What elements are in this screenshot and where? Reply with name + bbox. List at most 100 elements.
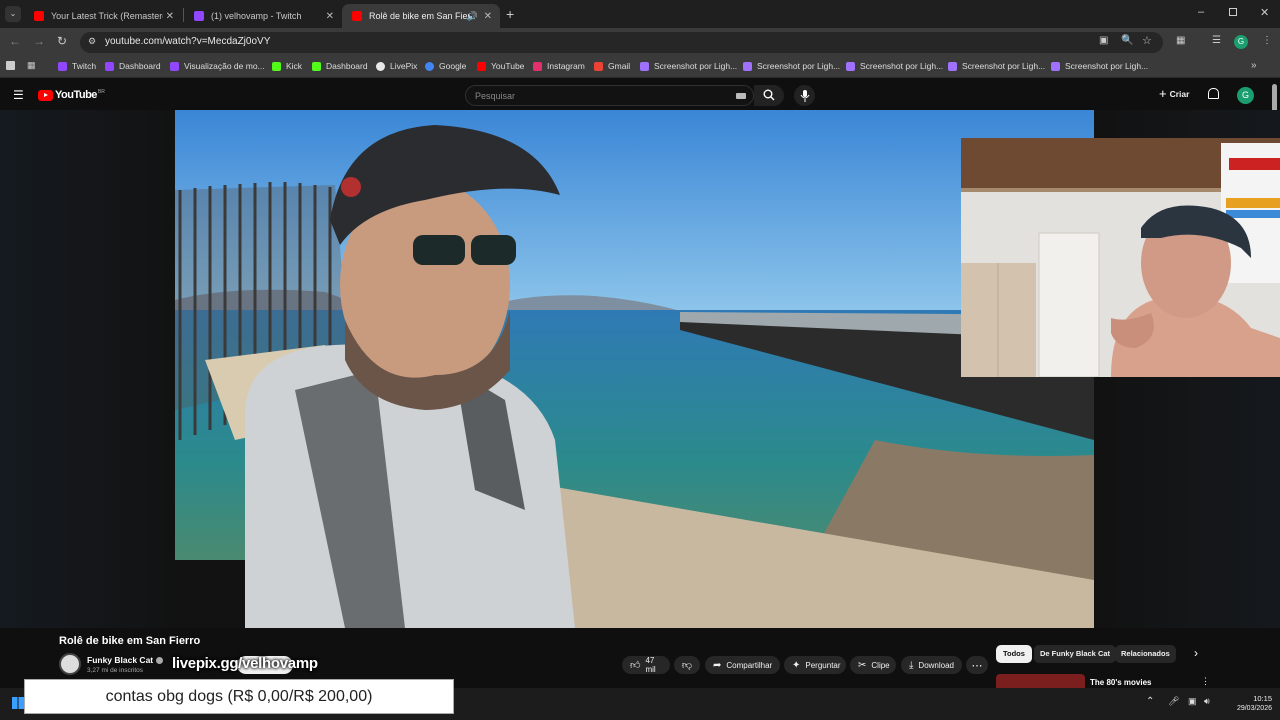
microphone-tray-icon[interactable]: 🎤︎ (1168, 696, 1179, 707)
menu-icon[interactable]: ⋮ (1262, 35, 1272, 46)
livepix-overlay-text: livepix.gg/velhovamp (172, 655, 318, 672)
address-bar[interactable]: ⚙ youtube.com/watch?v=MecdaZj0oVY ▣ 🔍 ☆ (80, 32, 1163, 53)
youtube-icon (34, 11, 44, 21)
tab-search-button[interactable]: ⌄ (5, 6, 21, 22)
more-icon: ⋯ (971, 659, 983, 672)
clock-time: 10:15 (1253, 694, 1272, 703)
kick-icon (272, 61, 281, 71)
like-button[interactable]: 👍︎ 47 mil (622, 656, 670, 674)
clip-button[interactable]: ✂ Clipe (850, 656, 896, 674)
tab-1[interactable]: Your Latest Trick (Remastered 1 ✕ (24, 4, 182, 28)
scissors-icon: ✂ (858, 659, 867, 671)
bookmark-youtube[interactable]: YouTube (477, 61, 524, 71)
youtube-icon (477, 61, 486, 71)
profile-avatar[interactable]: G (1234, 35, 1248, 49)
bookmark-screenshot-2[interactable]: Screenshot por Ligh... (743, 61, 840, 71)
chevron-right-icon[interactable]: › (1194, 646, 1198, 660)
bookmark-gmail[interactable]: Gmail (594, 61, 630, 71)
bookmark-twitch[interactable]: Twitch (58, 61, 96, 71)
site-info-icon[interactable]: ⚙ (88, 36, 96, 47)
dislike-button[interactable]: 👎︎ (674, 656, 700, 674)
bookmark-instagram[interactable]: Instagram (533, 61, 585, 71)
google-icon (425, 61, 434, 71)
search-input[interactable]: Pesquisar (465, 85, 754, 106)
bookmark-star-icon[interactable]: ☆ (1142, 34, 1152, 47)
speaker-icon[interactable]: 🔊 (467, 11, 478, 22)
voice-search-button[interactable] (794, 85, 815, 106)
network-icon[interactable]: ▣ (1188, 696, 1197, 707)
new-tab-button[interactable]: + (506, 6, 514, 22)
chevron-up-icon[interactable]: ⌃ (1146, 696, 1154, 707)
tab-3-active[interactable]: Rolê de bike em San Fierro 🔊 ✕ (342, 4, 500, 28)
volume-icon[interactable]: 🔊︎ (1204, 696, 1210, 707)
download-button[interactable]: ⤓ Download (901, 656, 962, 674)
next-video-thumbnail[interactable] (996, 674, 1085, 688)
minimize-button[interactable]: – (1198, 6, 1204, 18)
create-button[interactable]: + Criar (1159, 86, 1189, 101)
download-icon: ⤓ (909, 659, 914, 671)
video-title: Rolê de bike em San Fierro (59, 635, 201, 647)
back-icon[interactable]: ← (9, 34, 21, 48)
bookmark-dashboard[interactable]: Dashboard (105, 61, 161, 71)
media-control-icon[interactable]: ☰ (1212, 35, 1221, 46)
channel-name[interactable]: Funky Black Cat (87, 655, 164, 665)
twitch-icon (105, 61, 114, 71)
chip-de-funky-black-cat[interactable]: De Funky Black Cat (1034, 645, 1117, 663)
restore-button[interactable] (1229, 8, 1237, 16)
search-icon (763, 89, 775, 101)
clock-date: 29/03/2026 (1236, 705, 1272, 712)
more-actions-button[interactable]: ⋯ (966, 656, 988, 674)
forward-icon[interactable]: → (33, 34, 45, 48)
more-bookmarks-icon[interactable]: » (1251, 60, 1257, 71)
bookmark-screenshot-1[interactable]: Screenshot por Ligh... (640, 61, 737, 71)
close-icon[interactable]: ✕ (326, 11, 334, 22)
youtube-logo[interactable]: YouTube BR (38, 89, 105, 101)
apps-icon[interactable] (6, 61, 15, 70)
close-window-button[interactable]: ✕ (1260, 6, 1269, 19)
search-placeholder: Pesquisar (475, 91, 516, 101)
search-button[interactable] (754, 85, 784, 106)
subscriber-count: 3,27 mi de inscritos (87, 667, 143, 674)
plus-icon: + (1159, 86, 1167, 101)
ask-button[interactable]: ✦ Perguntar (784, 656, 846, 674)
bookmark-label: LivePix (390, 61, 418, 71)
video-player[interactable] (175, 110, 1094, 628)
reload-icon[interactable]: ↻ (57, 34, 67, 48)
tab-2[interactable]: (1) velhovamp - Twitch ✕ (184, 4, 342, 28)
clock[interactable]: 10:15 29/03/2026 (1232, 694, 1272, 712)
windows-start-icon[interactable] (12, 697, 24, 709)
bookmark-screenshot-5[interactable]: Screenshot por Ligh... (1051, 61, 1148, 71)
bookmark-label: Dashboard (326, 61, 368, 71)
next-video-title[interactable]: The 80's movies (1090, 678, 1152, 687)
next-video-menu-icon[interactable]: ⋮ (1201, 676, 1210, 687)
bookmark-visualizacao[interactable]: Visualização de mo... (170, 61, 265, 71)
kick-icon (312, 61, 321, 71)
grid-icon[interactable]: ▦ (27, 60, 36, 71)
hamburger-menu-icon[interactable]: ☰ (13, 88, 24, 102)
feather-icon (846, 61, 855, 71)
chip-todos[interactable]: Todos (996, 645, 1032, 663)
close-icon[interactable]: ✕ (484, 11, 492, 22)
twitch-icon (194, 11, 204, 21)
bookmark-screenshot-3[interactable]: Screenshot por Ligh... (846, 61, 943, 71)
account-avatar[interactable]: G (1237, 87, 1254, 104)
video-frame (175, 110, 1094, 628)
bookmark-livepix[interactable]: LivePix (376, 61, 417, 71)
share-button[interactable]: ➦ Compartilhar (705, 656, 780, 674)
keyboard-icon[interactable] (736, 93, 746, 99)
notifications-bell-icon[interactable] (1208, 88, 1219, 99)
bookmark-google[interactable]: Google (425, 61, 466, 71)
channel-avatar[interactable] (59, 653, 81, 675)
bookmark-kick[interactable]: Kick (272, 61, 302, 71)
chip-relacionados[interactable]: Relacionados (1115, 645, 1176, 663)
url-text: youtube.com/watch?v=MecdaZj0oVY (105, 36, 271, 47)
zoom-icon[interactable]: 🔍 (1121, 35, 1133, 46)
bookmark-screenshot-4[interactable]: Screenshot por Ligh... (948, 61, 1045, 71)
close-icon[interactable]: ✕ (166, 11, 174, 22)
bookmark-kick-dashboard[interactable]: Dashboard (312, 61, 368, 71)
feather-icon (743, 61, 752, 71)
twitch-icon (58, 61, 67, 71)
extensions-icon[interactable]: ▦ (1176, 35, 1185, 46)
region-code: BR (97, 89, 105, 95)
install-icon[interactable]: ▣ (1099, 35, 1108, 46)
